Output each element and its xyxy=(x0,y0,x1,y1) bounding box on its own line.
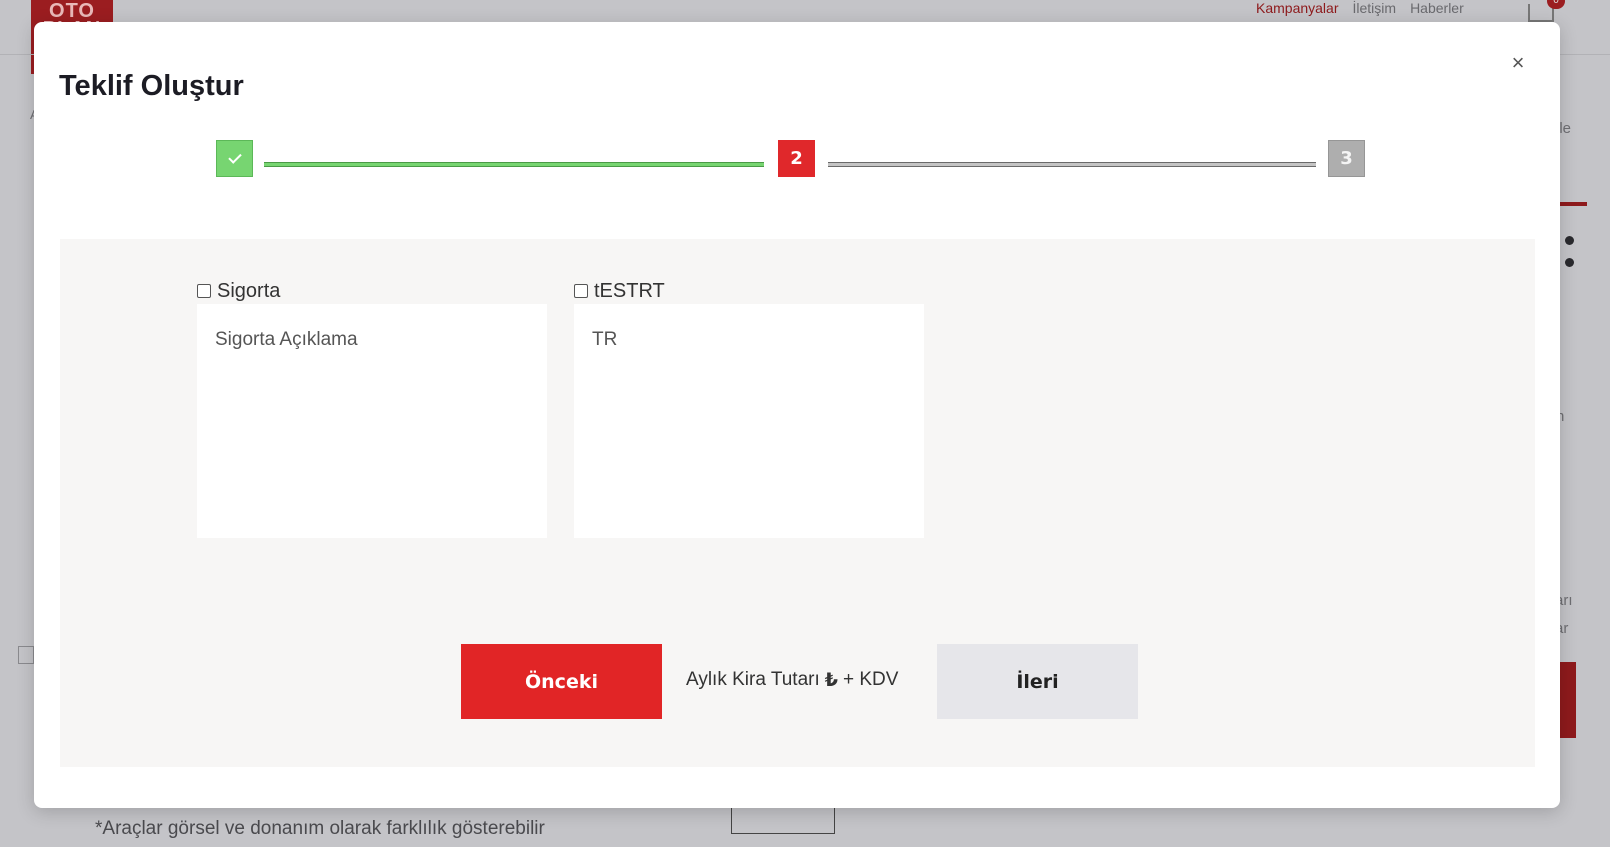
nav-iletisim: İletişim xyxy=(1352,0,1397,16)
monthly-rent-price: Aylık Kira Tutarı ₺ + KDV xyxy=(686,669,898,691)
sigorta-description: Sigorta Açıklama xyxy=(197,304,547,538)
close-icon[interactable]: × xyxy=(1507,52,1529,74)
nav-haberler: Haberler xyxy=(1410,0,1464,16)
step-1-completed xyxy=(216,140,253,177)
previous-button[interactable]: Önceki xyxy=(461,644,662,719)
offer-modal: Teklif Oluştur × 2 3 Sigorta Sigorta Açı… xyxy=(34,22,1560,808)
testrt-description: TR xyxy=(574,304,924,538)
check-icon xyxy=(227,150,242,164)
price-prefix: Aylık Kira Tutarı xyxy=(686,669,820,690)
next-button[interactable]: İleri xyxy=(937,644,1138,719)
testrt-label: tESTRT xyxy=(594,279,665,302)
option-testrt: tESTRT xyxy=(574,279,665,303)
step-connector-completed xyxy=(264,162,764,167)
price-suffix: + KDV xyxy=(843,669,899,690)
modal-title: Teklif Oluştur xyxy=(59,70,244,102)
top-nav: Kampanyalar İletişim Haberler xyxy=(1256,0,1464,16)
disclaimer-text: *Araçlar görsel ve donanım olarak farklı… xyxy=(95,818,545,839)
cart-count-badge: 0 xyxy=(1547,0,1565,9)
nav-kampanyalar: Kampanyalar xyxy=(1256,0,1339,16)
step-3-pending: 3 xyxy=(1328,140,1365,177)
testrt-checkbox[interactable] xyxy=(574,284,588,298)
lira-icon: ₺ xyxy=(824,669,838,691)
sigorta-checkbox[interactable] xyxy=(197,284,211,298)
option-sigorta-label-row[interactable]: Sigorta xyxy=(197,279,280,303)
share-icon xyxy=(1562,236,1574,268)
option-testrt-label-row[interactable]: tESTRT xyxy=(574,279,665,303)
background-box xyxy=(731,806,835,834)
option-sigorta: Sigorta xyxy=(197,279,280,303)
options-panel: Sigorta Sigorta Açıklama tESTRT TR Öncek… xyxy=(60,239,1535,767)
broken-image-icon xyxy=(18,646,34,664)
step-connector-pending xyxy=(828,162,1316,167)
step-2-active: 2 xyxy=(778,140,815,177)
accent-line xyxy=(1557,202,1587,206)
sigorta-label: Sigorta xyxy=(217,279,281,302)
